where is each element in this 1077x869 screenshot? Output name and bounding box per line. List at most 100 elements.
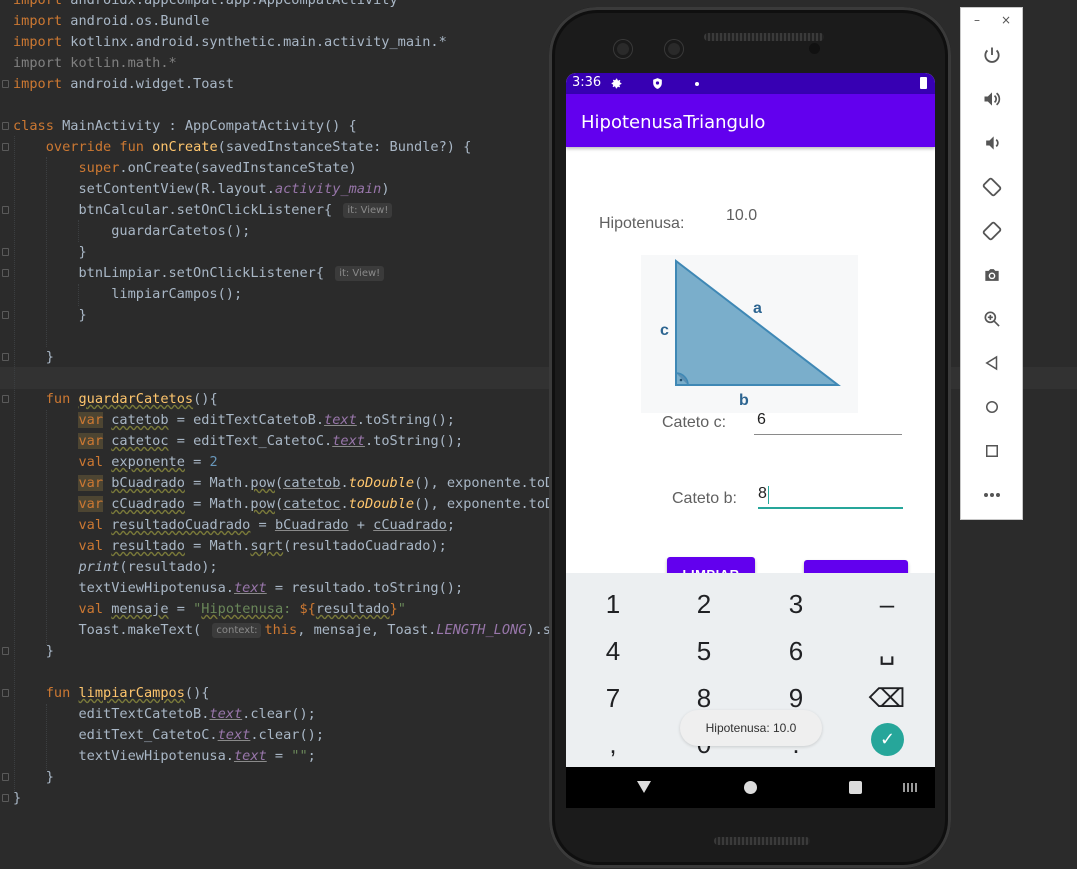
battery-icon: [920, 77, 927, 89]
code-line: import androidx.appcompat.app.AppCompatA…: [13, 0, 398, 8]
rotate-left-icon[interactable]: [979, 174, 1005, 200]
code-line: override fun onCreate(savedInstanceState…: [45, 139, 472, 155]
code-line: import kotlinx.android.synthetic.main.ac…: [13, 34, 447, 50]
backspace-icon[interactable]: ⌫: [857, 683, 917, 714]
fold-marker[interactable]: [2, 248, 9, 256]
fold-marker[interactable]: [2, 122, 9, 130]
key-1[interactable]: 1: [583, 589, 643, 620]
key-5[interactable]: 5: [674, 636, 734, 667]
cateto-b-input-value[interactable]: 8: [758, 485, 767, 503]
code-line: }: [13, 349, 54, 365]
code-line: super.onCreate(savedInstanceState): [78, 160, 357, 176]
triangle-shape: [675, 258, 841, 386]
code-line: val resultadoCuadrado = bCuadrado + cCua…: [78, 517, 456, 533]
home-icon[interactable]: [979, 394, 1005, 420]
zoom-icon[interactable]: [979, 306, 1005, 332]
fold-marker[interactable]: [2, 773, 9, 781]
volume-up-icon[interactable]: [979, 86, 1005, 112]
front-camera: [665, 40, 683, 58]
emulator-toolbar: – ×: [960, 7, 1023, 520]
minimize-icon[interactable]: –: [974, 13, 980, 27]
device-screen[interactable]: 3:36 HipotenusaTriangulo Hipotenusa: 10.…: [566, 73, 935, 808]
nav-overview-icon[interactable]: [849, 781, 862, 794]
cateto-b-underline: [758, 507, 903, 509]
side-c-label: c: [660, 322, 669, 339]
code-line: var bCuadrado = Math.pow(catetob.toDoubl…: [78, 475, 562, 491]
fold-marker[interactable]: [2, 80, 9, 88]
code-line: var catetob = editTextCatetoB.text.toStr…: [78, 412, 455, 428]
emulator-device: 3:36 HipotenusaTriangulo Hipotenusa: 10.…: [549, 7, 951, 868]
space-key-icon[interactable]: ␣: [857, 635, 917, 666]
fold-marker[interactable]: [2, 647, 9, 655]
key-6[interactable]: 6: [766, 636, 826, 667]
cateto-b-label: Cateto b:: [672, 490, 737, 507]
fold-marker[interactable]: [2, 353, 9, 361]
code-line: btnCalcular.setOnClickListener{ it: View…: [13, 200, 395, 221]
code-line: limpiarCampos();: [13, 286, 243, 302]
app-bar: HipotenusaTriangulo: [566, 94, 935, 147]
front-camera: [614, 40, 632, 58]
triangle-image: a b c: [641, 255, 858, 413]
key-3[interactable]: 3: [766, 589, 826, 620]
side-b-label: b: [739, 392, 749, 409]
keyboard-switch-icon[interactable]: [903, 783, 917, 792]
speaker-grille: [704, 33, 824, 41]
cateto-c-underline: [754, 434, 902, 435]
code-line: guardarCatetos();: [13, 223, 251, 239]
code-line: }: [13, 307, 87, 323]
camera-icon[interactable]: [979, 262, 1005, 288]
fold-marker[interactable]: [2, 395, 9, 403]
fold-marker[interactable]: [2, 794, 9, 802]
sensor: [809, 43, 820, 54]
key-minus[interactable]: –: [857, 589, 917, 620]
key-2[interactable]: 2: [674, 589, 734, 620]
app-title: HipotenusaTriangulo: [581, 112, 766, 133]
notification-dot-icon: [695, 82, 699, 86]
code-line: fun limpiarCampos(){: [45, 685, 210, 701]
code-line: }: [13, 769, 54, 785]
code-line: val exponente = 2: [78, 454, 218, 470]
class-decl: MainActivity : AppCompatActivity() {: [62, 118, 357, 134]
settings-icon: [611, 78, 622, 89]
hipotenusa-value: 10.0: [726, 207, 758, 224]
fold-marker[interactable]: [2, 143, 9, 151]
nav-back-icon[interactable]: [636, 780, 652, 794]
code-line: fun guardarCatetos(){: [45, 391, 218, 407]
hipotenusa-label: Hipotenusa:: [599, 215, 685, 232]
side-a-label: a: [753, 300, 762, 317]
fold-marker[interactable]: [2, 269, 9, 277]
key-7[interactable]: 7: [583, 683, 643, 714]
param-hint: context:: [212, 622, 262, 638]
fold-marker[interactable]: [2, 689, 9, 697]
triangle-diagram: a b c: [660, 258, 841, 409]
fold-marker[interactable]: [2, 206, 9, 214]
more-icon[interactable]: [979, 482, 1005, 508]
key-comma[interactable]: ,: [583, 729, 643, 760]
param-hint: it: View!: [335, 265, 385, 281]
rotate-right-icon[interactable]: [979, 218, 1005, 244]
right-angle-dot: [679, 378, 683, 382]
code-line: val resultado = Math.sqrt(resultadoCuadr…: [78, 538, 447, 554]
code-line: var cCuadrado = Math.pow(catetoc.toDoubl…: [78, 496, 562, 512]
code-line: import kotlin.math.*: [13, 55, 177, 71]
close-icon[interactable]: ×: [1001, 13, 1011, 27]
power-icon[interactable]: [979, 42, 1005, 68]
volume-down-icon[interactable]: [979, 130, 1005, 156]
back-icon[interactable]: [979, 350, 1005, 376]
code-line: editTextCatetoB.text.clear();: [13, 706, 316, 722]
key-4[interactable]: 4: [583, 636, 643, 667]
code-line: }: [13, 244, 87, 260]
done-check-icon[interactable]: ✓: [871, 723, 904, 756]
navigation-bar: [566, 767, 935, 808]
cateto-c-input-value[interactable]: 6: [757, 411, 766, 429]
fold-marker[interactable]: [2, 311, 9, 319]
code-line: val mensaje = "Hipotenusa: ${resultado}": [78, 601, 406, 617]
code-line: import android.os.Bundle: [13, 13, 210, 29]
nav-home-icon[interactable]: [744, 781, 757, 794]
status-bar: 3:36: [566, 73, 935, 94]
code-line: textViewHipotenusa.text = "";: [13, 748, 316, 764]
code-line: import android.widget.Toast: [13, 76, 234, 92]
code-line: print(resultado);: [78, 559, 218, 575]
overview-icon[interactable]: [979, 438, 1005, 464]
cateto-c-label: Cateto c:: [662, 414, 727, 431]
